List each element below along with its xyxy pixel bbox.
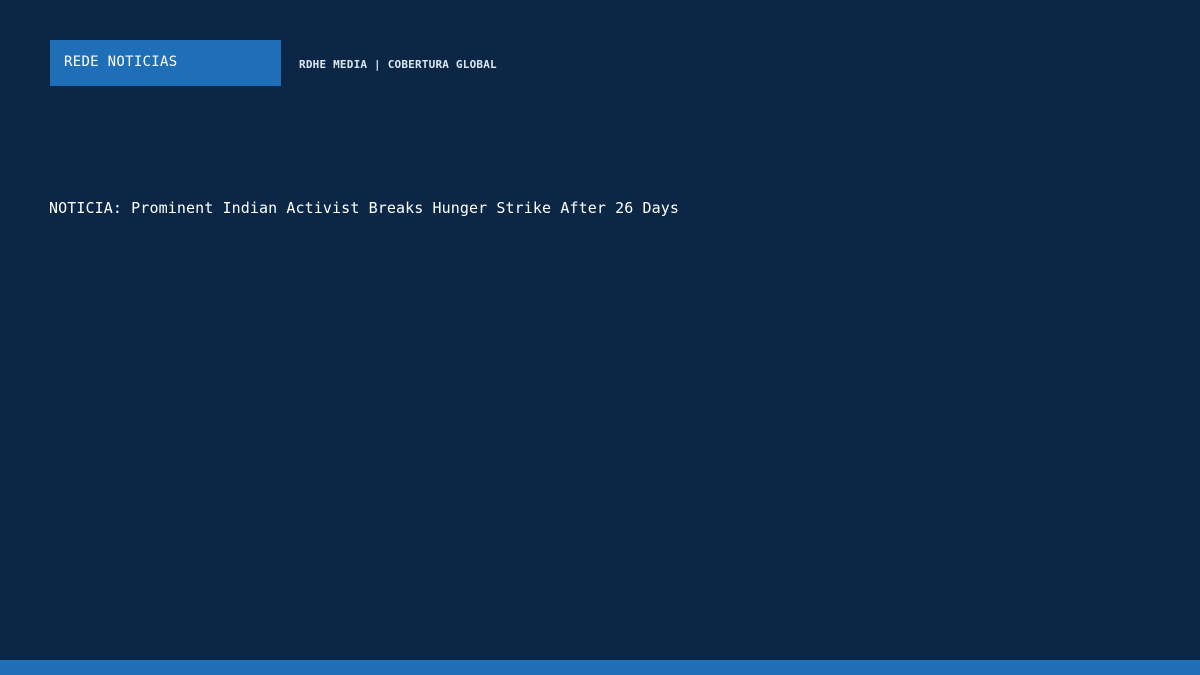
brand-tagline: RDHE MEDIA | COBERTURA GLOBAL <box>299 58 497 71</box>
brand-name: REDE NOTICIAS <box>64 54 178 70</box>
bottom-accent-bar <box>0 660 1200 675</box>
news-headline: NOTICIA: Prominent Indian Activist Break… <box>49 199 680 217</box>
brand-logo-box: REDE NOTICIAS <box>50 40 281 86</box>
